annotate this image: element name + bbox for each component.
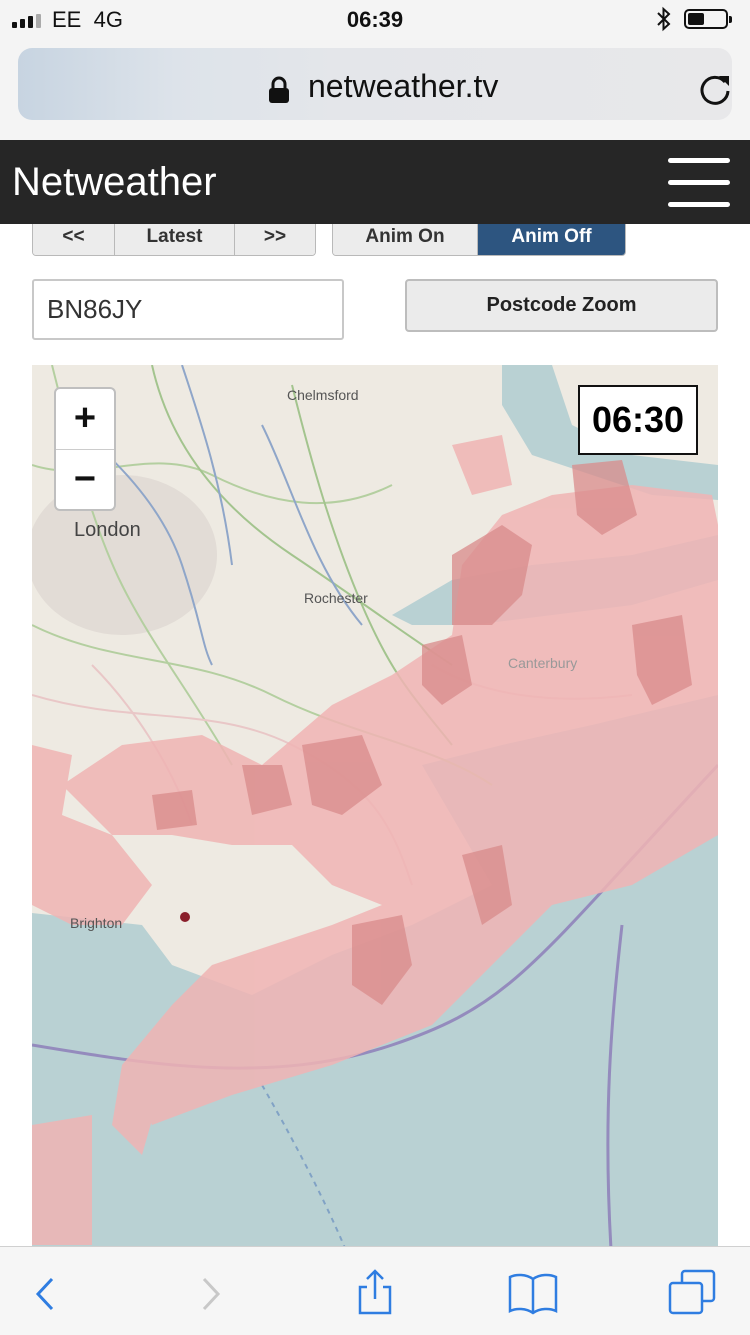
status-clock: 06:39: [346, 7, 404, 32]
postcode-input[interactable]: [32, 279, 344, 340]
forward-icon[interactable]: [186, 1267, 236, 1317]
location-marker: [180, 912, 190, 922]
bluetooth-icon: [657, 6, 671, 32]
anim-on-button[interactable]: Anim On: [333, 224, 478, 255]
address-bar[interactable]: netweather.tv: [18, 48, 732, 120]
zoom-out-button[interactable]: −: [56, 450, 114, 510]
map-label-rochester: Rochester: [304, 590, 368, 606]
browser-address-area: netweather.tv: [0, 40, 750, 140]
lock-icon: [269, 76, 289, 103]
map-label-canterbury: Canterbury: [508, 655, 578, 671]
site-brand[interactable]: Netweather: [12, 160, 217, 205]
menu-icon[interactable]: [668, 158, 730, 208]
map-label-london: London: [74, 519, 141, 541]
url-text: netweather.tv: [308, 68, 499, 104]
map-label-brighton: Brighton: [70, 915, 123, 931]
back-icon[interactable]: [22, 1267, 72, 1317]
map-canvas: [32, 365, 718, 1246]
radar-timestamp: 06:30: [578, 385, 698, 455]
postcode-zoom-button[interactable]: Postcode Zoom: [405, 279, 718, 332]
share-icon[interactable]: [350, 1267, 400, 1317]
bookmarks-icon[interactable]: [508, 1267, 558, 1317]
next-frame-button[interactable]: >>: [235, 224, 315, 255]
map-zoom-control: + −: [54, 387, 116, 511]
reload-icon[interactable]: [698, 72, 732, 106]
previous-frame-button[interactable]: <<: [33, 224, 115, 255]
latest-frame-button[interactable]: Latest: [115, 224, 235, 255]
zoom-in-button[interactable]: +: [56, 389, 114, 450]
tabs-icon[interactable]: [668, 1267, 718, 1317]
animation-button-group: Anim On Anim Off: [332, 224, 626, 256]
browser-toolbar: [0, 1246, 750, 1335]
site-header: Netweather: [0, 140, 750, 224]
navigation-button-group: << Latest >>: [32, 224, 316, 256]
anim-off-button[interactable]: Anim Off: [478, 224, 625, 255]
rain-radar-map[interactable]: Chelmsford London Rochester Canterbury B…: [32, 365, 718, 1246]
page-content: << Latest >> Anim On Anim Off Postcode Z…: [0, 224, 750, 1246]
battery-icon: [684, 9, 732, 29]
status-bar: EE 4G 06:39: [0, 0, 750, 40]
map-label-chelmsford: Chelmsford: [287, 387, 359, 403]
